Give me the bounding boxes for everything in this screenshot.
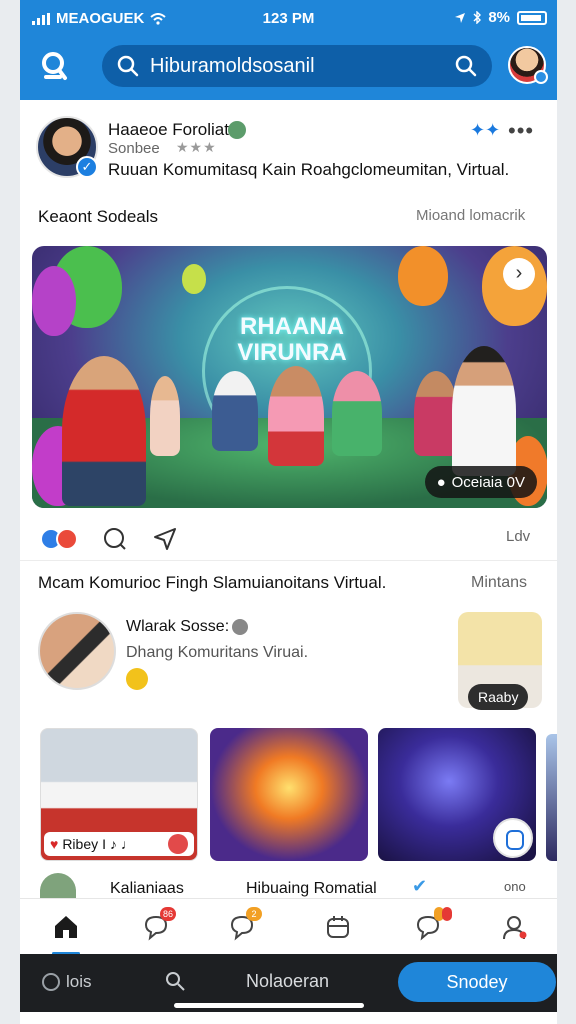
section-link[interactable]: Mioand lomacrik (416, 207, 525, 224)
notification-badge: 86 (160, 907, 176, 921)
tab-bar: 86 2 (20, 898, 557, 955)
caption-link[interactable]: Mintans (471, 574, 527, 592)
reactions[interactable] (40, 528, 78, 550)
share-icon[interactable] (152, 526, 178, 552)
emoji-icon (126, 668, 148, 690)
mic-icon: ● (436, 473, 446, 491)
bottom-left-label[interactable]: lois (66, 972, 92, 992)
home-icon (55, 916, 77, 938)
thumbnail-card[interactable] (210, 728, 368, 861)
notification-dot (442, 907, 452, 921)
hero-image[interactable]: RHAANA VIRUNRA › ● Oceiaia 0V (32, 246, 547, 508)
location-icon (455, 12, 466, 23)
member-badge-icon (232, 619, 248, 635)
author-badge-icon (228, 121, 246, 139)
clock-icon[interactable] (42, 973, 60, 991)
peek-more[interactable]: ono (504, 879, 526, 894)
balloon (398, 246, 448, 306)
app-frame: MEAOGUEK 123 PM 8% Hiburamoldsosanil ✓ H… (20, 0, 557, 1024)
tab-messages[interactable]: 86 (136, 907, 176, 949)
battery-icon (517, 10, 547, 25)
side-chip[interactable]: Raaby (468, 684, 529, 710)
search-input[interactable]: Hiburamoldsosanil (150, 55, 454, 78)
balloon (32, 266, 76, 336)
pin-icon[interactable]: ✦✦ (470, 120, 500, 141)
peek-avatar[interactable] (40, 873, 76, 901)
kid-figure (268, 366, 324, 466)
verified-icon: ✓ (76, 156, 98, 178)
tab-chat[interactable]: 2 (222, 907, 262, 949)
status-bar: MEAOGUEK 123 PM 8% (20, 0, 557, 36)
search-icon[interactable] (38, 50, 72, 84)
action-right-label[interactable]: Ldv (506, 528, 530, 545)
member-description: Dhang Komuritans Viruai. (126, 644, 309, 661)
thumbnail-chip[interactable]: ♥ Ribey I ♪ ♩ (44, 832, 194, 856)
comment-icon[interactable] (102, 526, 128, 552)
battery-label: 8% (488, 9, 510, 26)
tab-profile[interactable] (494, 909, 534, 949)
thumbnail-card-peek[interactable] (546, 734, 557, 861)
member-name[interactable]: Wlarak Sosse: (126, 618, 229, 636)
home-indicator[interactable] (174, 1003, 364, 1008)
tab-events[interactable] (318, 909, 358, 949)
search-bar[interactable]: Hiburamoldsosanil (102, 45, 492, 87)
more-options-icon[interactable]: ••• (508, 118, 534, 144)
peek-title: Hibuaing Romatial (246, 880, 377, 897)
kid-figure (212, 371, 258, 451)
divider (20, 560, 557, 561)
hero-title: RHAANA VIRUNRA (237, 313, 347, 366)
search-icon[interactable] (164, 970, 186, 992)
post-description: Ruuan Komumitasq Kain Roahgclomeumitan, … (108, 160, 510, 179)
profile-icon (503, 916, 527, 940)
bottom-center-label[interactable]: Nolaoeran (246, 971, 329, 992)
tab-groups[interactable] (408, 907, 452, 949)
author-name[interactable]: Haaeoe Foroliat (108, 120, 229, 140)
check-icon: ✔ (412, 876, 428, 896)
kid-figure (62, 356, 146, 506)
online-badge (534, 70, 548, 84)
top-header: MEAOGUEK 123 PM 8% Hiburamoldsosanil (20, 0, 557, 100)
author-avatar[interactable]: ✓ (36, 116, 98, 178)
primary-action-button[interactable]: Snodey (398, 962, 556, 1002)
close-icon[interactable] (168, 834, 188, 854)
rating-stars: ★★★ (176, 139, 217, 155)
calendar-icon (327, 916, 349, 938)
notification-badge: 2 (246, 907, 262, 921)
feed-caption: Mcam Komurioc Fingh Slamuianoitans Virtu… (38, 573, 387, 592)
chevron-right-icon[interactable]: › (503, 258, 535, 290)
tab-home[interactable] (46, 909, 86, 955)
heart-icon: ♥ (50, 836, 59, 852)
balloon (182, 264, 206, 294)
profile-avatar[interactable] (508, 46, 548, 84)
search-icon (117, 55, 139, 77)
kid-figure (150, 376, 180, 456)
hero-chip[interactable]: ● Oceiaia 0V (424, 466, 537, 498)
section-title: Keaont Sodeals (38, 207, 159, 226)
save-icon[interactable] (493, 818, 533, 858)
peek-name: Kalianiaas (110, 880, 184, 897)
member-photo[interactable] (38, 612, 116, 690)
post-actions (40, 526, 178, 552)
love-icon (56, 528, 78, 550)
kid-figure (332, 371, 382, 456)
author-subtitle: Sonbee (108, 140, 160, 157)
kid-figure (452, 346, 516, 476)
bluetooth-icon (473, 11, 482, 24)
search-submit-icon[interactable] (454, 54, 478, 78)
